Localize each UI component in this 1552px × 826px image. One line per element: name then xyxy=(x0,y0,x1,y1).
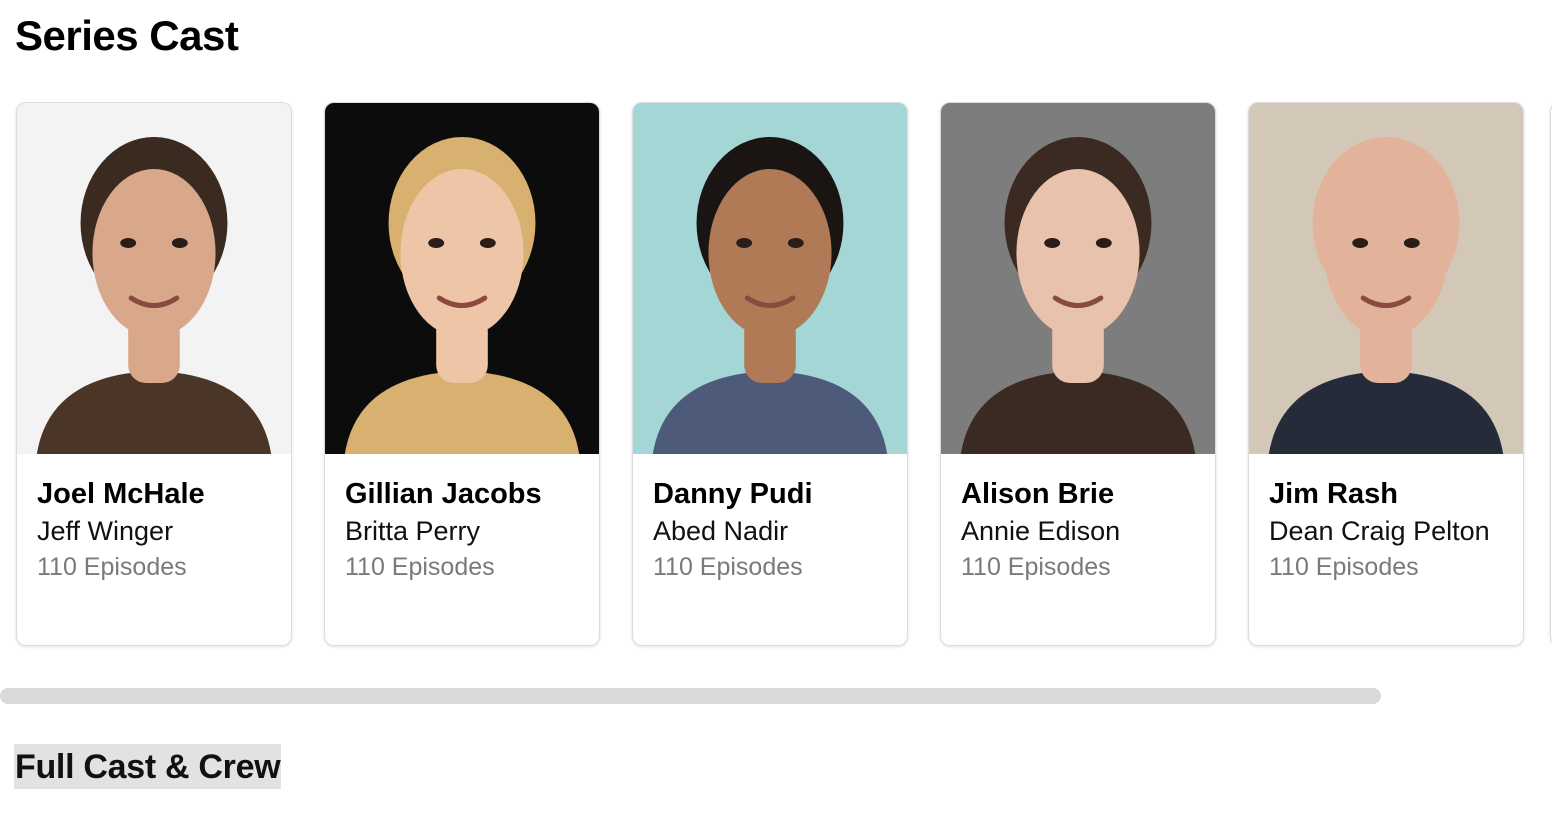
cast-card[interactable]: Joel McHale Jeff Winger 110 Episodes xyxy=(16,102,292,646)
episode-count: 110 Episodes xyxy=(37,553,187,581)
character-name: Jeff Winger xyxy=(37,516,174,546)
cast-photo xyxy=(325,103,599,454)
character-name: Abed Nadir xyxy=(653,516,789,546)
episode-count: 110 Episodes xyxy=(653,553,803,581)
actor-name: Alison Brie xyxy=(961,478,1115,510)
cast-card[interactable]: Danny Pudi Abed Nadir 110 Episodes xyxy=(632,102,908,646)
cast-photo xyxy=(17,103,291,454)
character-name: Britta Perry xyxy=(345,516,481,546)
actor-name: Jim Rash xyxy=(1269,478,1398,510)
cast-carousel[interactable]: Joel McHale Jeff Winger 110 Episodes Gil… xyxy=(0,102,1552,650)
character-name: Annie Edison xyxy=(961,516,1121,546)
cast-photo xyxy=(633,103,907,454)
cast-card[interactable]: Gillian Jacobs Britta Perry 110 Episodes xyxy=(324,102,600,646)
episode-count: 110 Episodes xyxy=(1269,553,1419,581)
actor-name: Gillian Jacobs xyxy=(345,478,542,510)
episode-count: 110 Episodes xyxy=(345,553,495,581)
horizontal-scrollbar[interactable] xyxy=(0,688,1552,704)
cast-card[interactable]: Jim Rash Dean Craig Pelton 110 Episodes xyxy=(1248,102,1524,646)
actor-name: Joel McHale xyxy=(37,478,205,510)
cast-photo xyxy=(1249,103,1523,454)
episode-count: 110 Episodes xyxy=(961,553,1111,581)
cast-card[interactable]: Alison Brie Annie Edison 110 Episodes xyxy=(940,102,1216,646)
section-title: Series Cast xyxy=(15,12,239,59)
scrollbar-thumb[interactable] xyxy=(0,688,1381,704)
cast-photo xyxy=(941,103,1215,454)
character-name: Dean Craig Pelton xyxy=(1269,516,1490,546)
actor-name: Danny Pudi xyxy=(653,478,813,510)
full-cast-crew-link[interactable]: Full Cast & Crew xyxy=(14,744,282,789)
